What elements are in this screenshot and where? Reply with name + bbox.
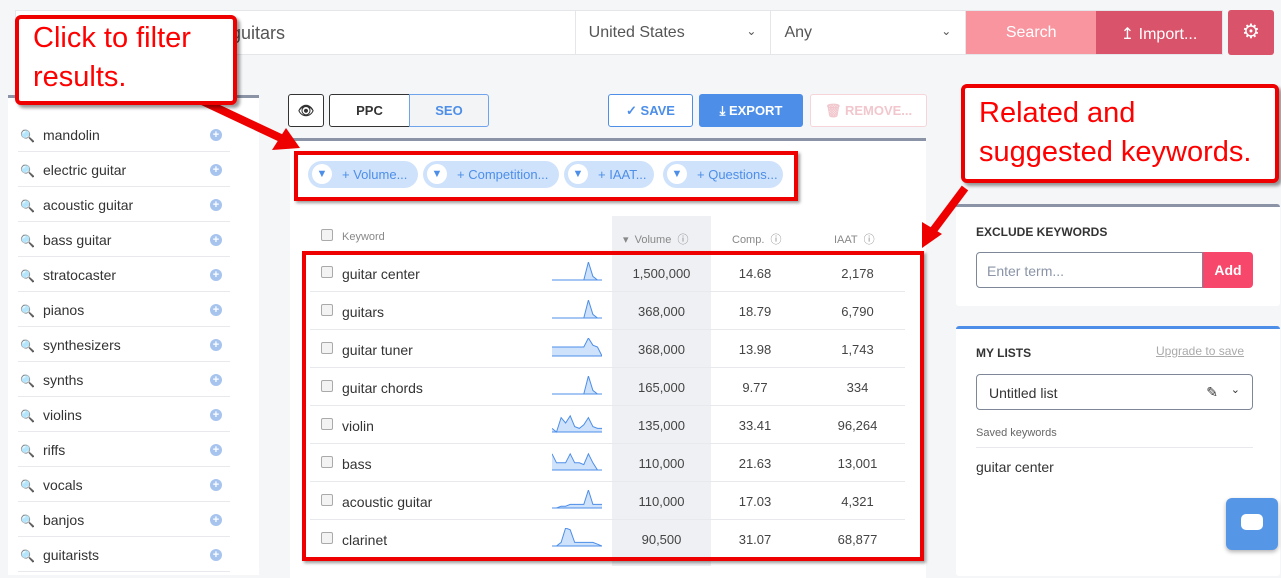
arrow-line xyxy=(928,185,969,235)
arrow-line xyxy=(198,96,287,144)
related-callout: Related and suggested keywords. xyxy=(961,84,1279,183)
filter-callout: Click to filter results. xyxy=(15,15,237,105)
